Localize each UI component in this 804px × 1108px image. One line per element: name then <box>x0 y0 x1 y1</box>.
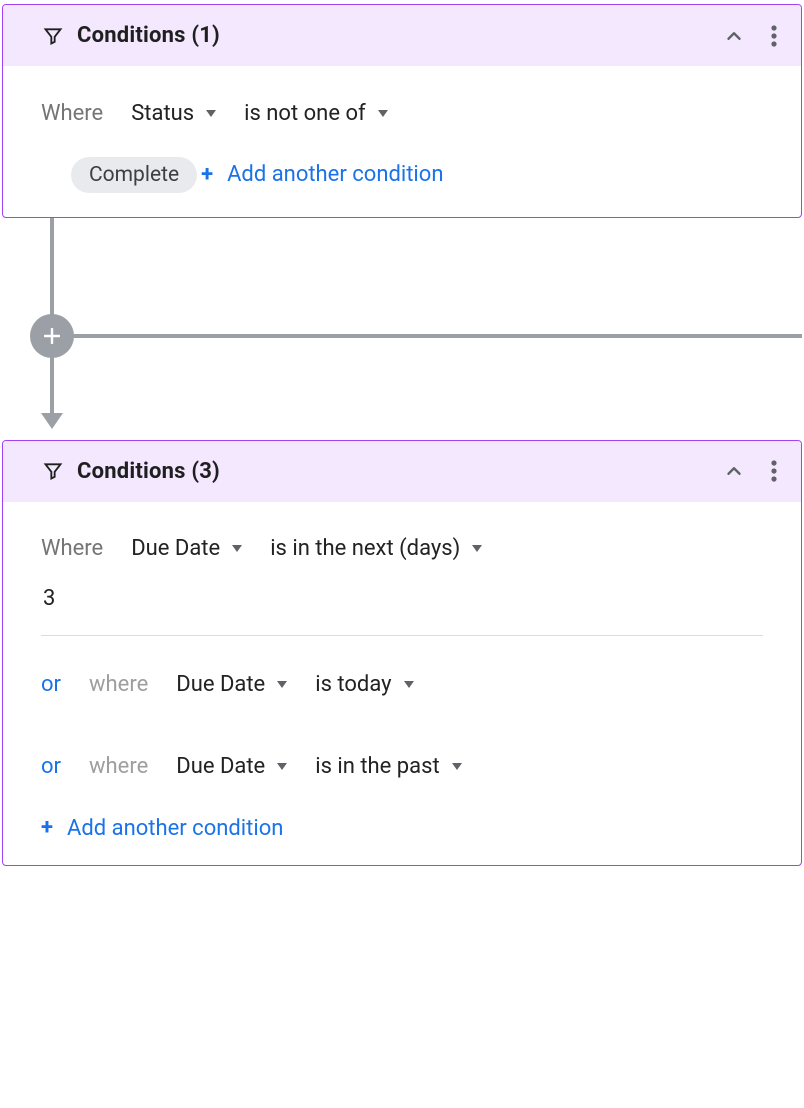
caret-down-icon <box>277 681 287 688</box>
caret-down-icon <box>452 763 462 770</box>
collapse-icon[interactable] <box>723 460 745 482</box>
field-value: Status <box>131 101 194 126</box>
more-options-icon[interactable] <box>771 25 777 47</box>
caret-down-icon <box>206 110 216 117</box>
conditions-card: Conditions (3) Where Due Date is in the … <box>2 440 802 866</box>
more-options-icon[interactable] <box>771 460 777 482</box>
card-body: Where Due Date is in the next (days) 3 o… <box>3 502 801 865</box>
flow-connector <box>2 218 802 440</box>
card-header: Conditions (3) <box>3 441 801 502</box>
card-title: Conditions (3) <box>77 459 220 484</box>
card-body: Where Status is not one of Complete + Ad… <box>3 66 801 217</box>
condition-row: Where Status is not one of <box>41 90 763 136</box>
caret-down-icon <box>232 545 242 552</box>
divider <box>41 635 763 636</box>
where-label: where <box>89 754 148 779</box>
add-condition-button[interactable]: + Add another condition <box>41 816 283 841</box>
card-header: Conditions (1) <box>3 5 801 66</box>
funnel-icon <box>43 461 63 481</box>
connector-branch-line <box>72 334 802 338</box>
field-value: Due Date <box>131 536 220 561</box>
add-condition-label: Add another condition <box>227 162 443 187</box>
conjunction-label[interactable]: or <box>41 672 61 697</box>
field-dropdown[interactable]: Due Date <box>176 672 287 697</box>
operator-dropdown[interactable]: is in the past <box>315 754 461 779</box>
field-dropdown[interactable]: Due Date <box>176 754 287 779</box>
funnel-icon <box>43 26 63 46</box>
connector-line <box>50 353 54 415</box>
arrow-down-icon <box>41 413 63 429</box>
where-label: Where <box>41 536 103 561</box>
operator-value: is not one of <box>244 101 366 126</box>
caret-down-icon <box>378 110 388 117</box>
where-label: Where <box>41 101 103 126</box>
operator-dropdown[interactable]: is not one of <box>244 101 388 126</box>
operator-value: is in the past <box>315 754 439 779</box>
condition-row: Where Due Date is in the next (days) <box>41 526 763 572</box>
field-dropdown[interactable]: Due Date <box>131 536 242 561</box>
conjunction-label[interactable]: or <box>41 754 61 779</box>
operator-value: is in the next (days) <box>270 536 460 561</box>
add-step-button[interactable] <box>30 314 74 358</box>
where-label: where <box>89 672 148 697</box>
operator-value: is today <box>315 672 391 697</box>
operator-dropdown[interactable]: is today <box>315 672 413 697</box>
add-condition-label: Add another condition <box>67 816 283 841</box>
caret-down-icon <box>472 545 482 552</box>
connector-line <box>50 218 54 318</box>
condition-row: or where Due Date is in the past <box>41 744 763 790</box>
field-value: Due Date <box>176 672 265 697</box>
plus-icon: + <box>201 164 213 186</box>
value-chip[interactable]: Complete <box>71 157 197 193</box>
card-title: Conditions (1) <box>77 23 220 48</box>
plus-icon: + <box>41 817 53 839</box>
conditions-card: Conditions (1) Where Status is not one o… <box>2 4 802 218</box>
field-value: Due Date <box>176 754 265 779</box>
field-dropdown[interactable]: Status <box>131 101 216 126</box>
condition-row: or where Due Date is today <box>41 662 763 708</box>
add-condition-button[interactable]: + Add another condition <box>201 162 443 187</box>
collapse-icon[interactable] <box>723 25 745 47</box>
value-input[interactable]: 3 <box>41 582 763 615</box>
caret-down-icon <box>404 681 414 688</box>
caret-down-icon <box>277 763 287 770</box>
operator-dropdown[interactable]: is in the next (days) <box>270 536 482 561</box>
